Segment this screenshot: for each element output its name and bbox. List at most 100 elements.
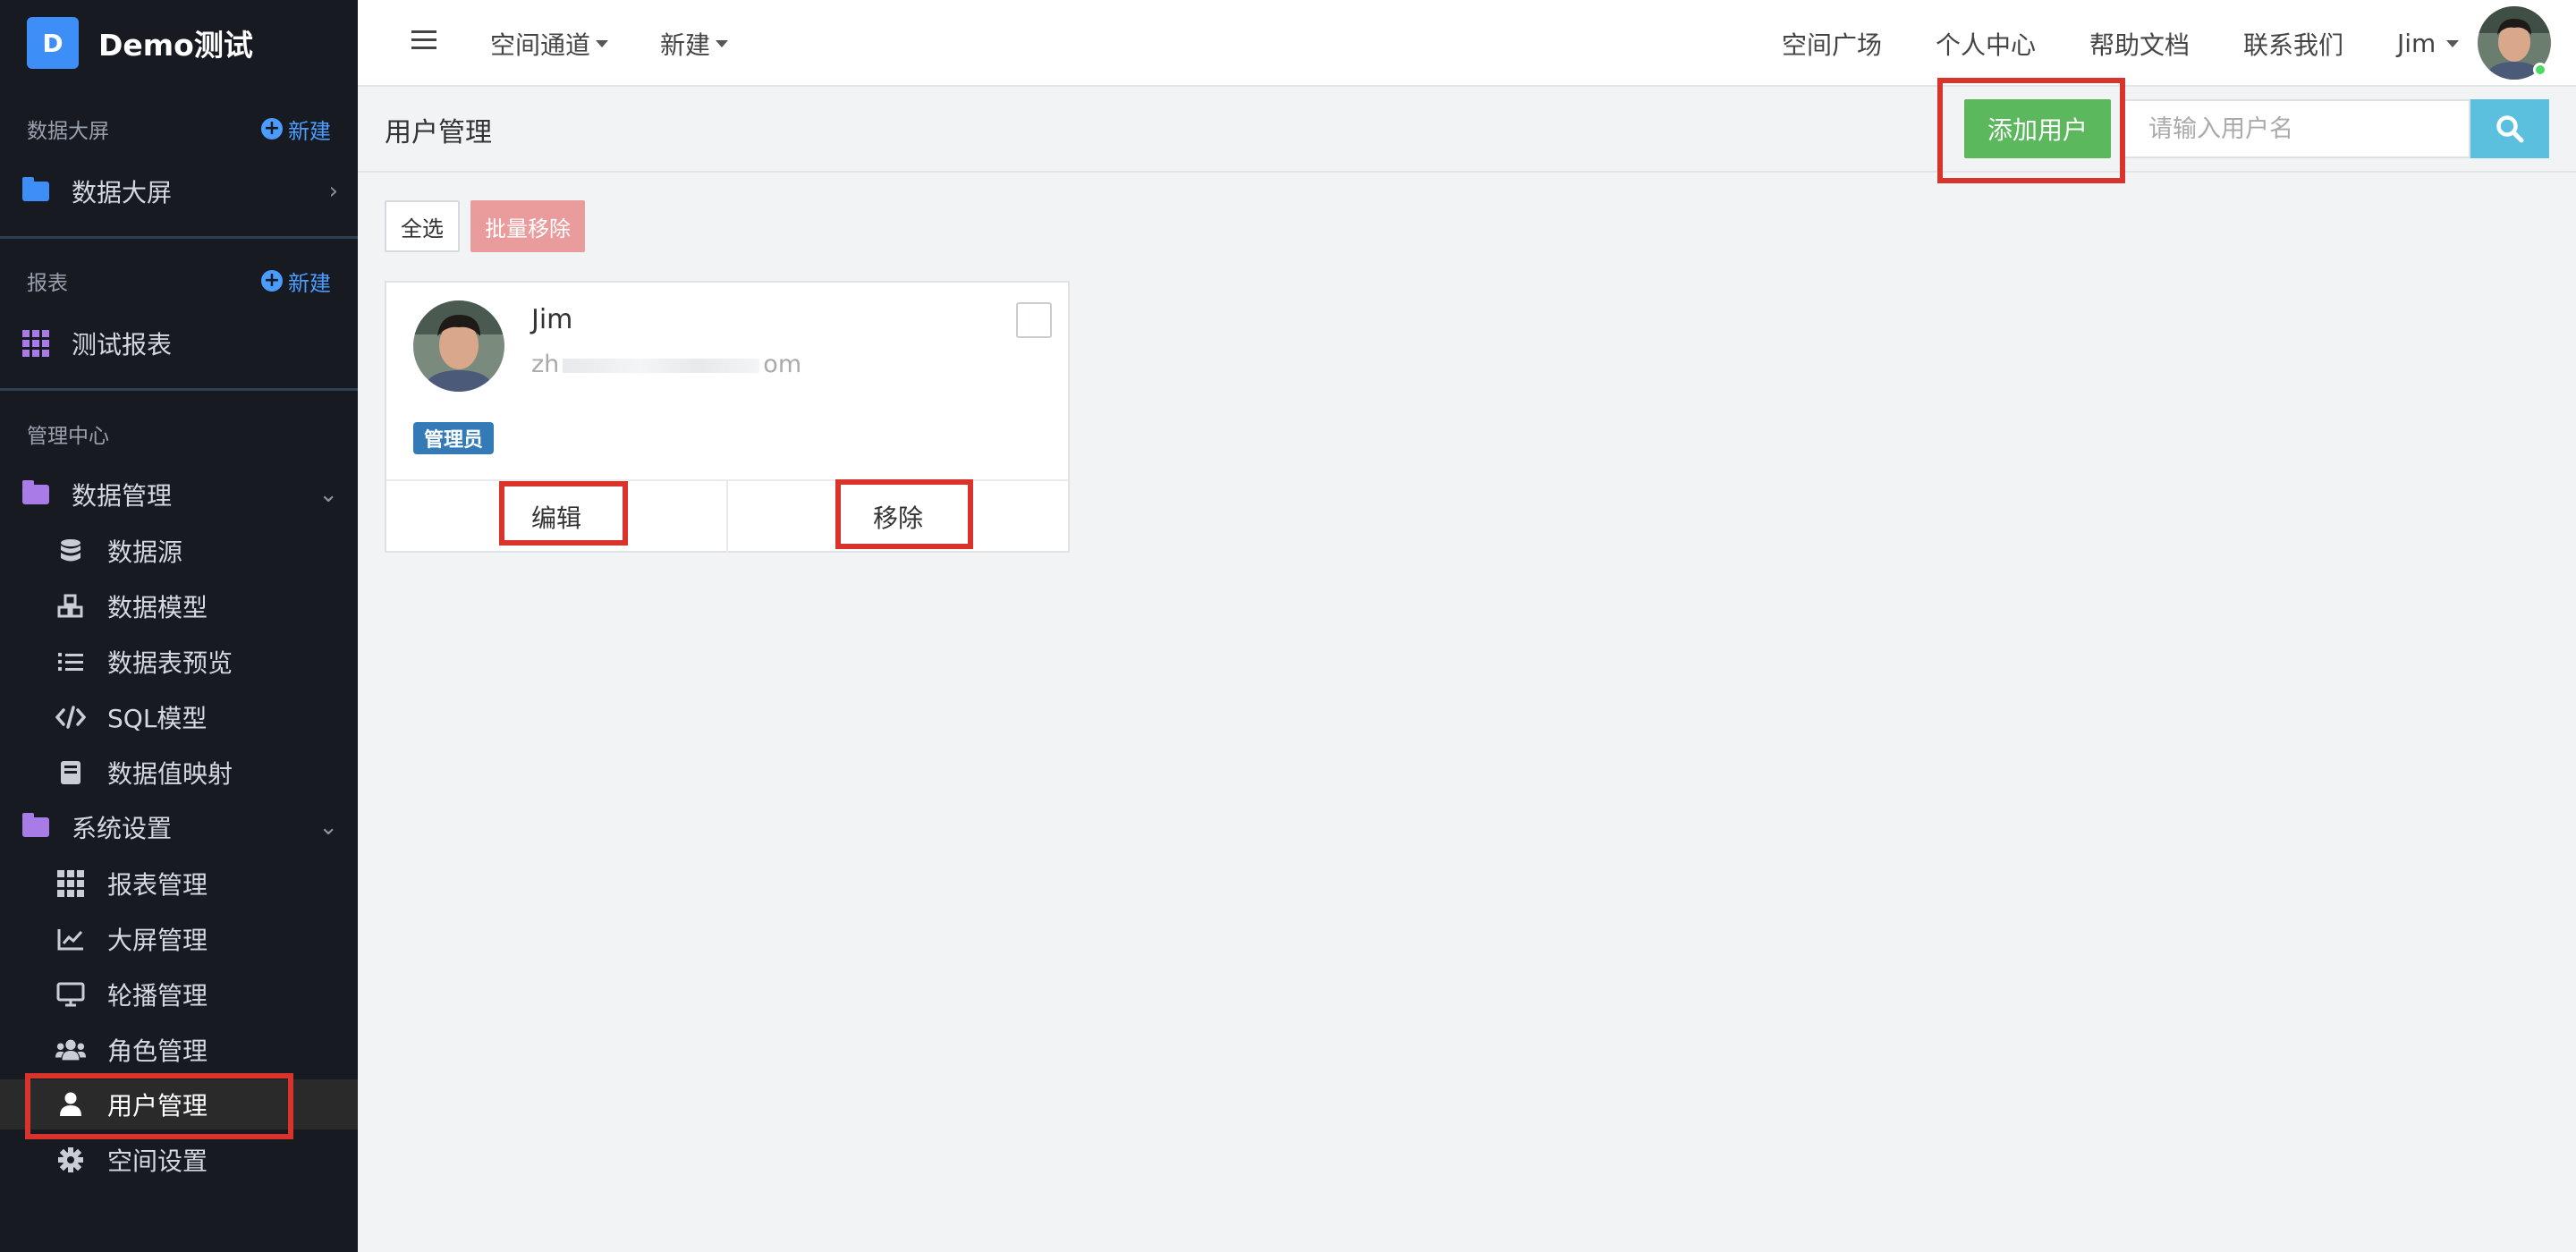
monitor-icon	[55, 979, 86, 1010]
sidebar-item-space-settings[interactable]: 空间设置	[55, 1135, 351, 1185]
chevron-down-icon: ⌄	[318, 481, 338, 508]
user-email: zh om	[531, 351, 801, 378]
cubes-icon	[55, 591, 86, 622]
chart-line-icon	[55, 924, 86, 954]
batch-remove-button[interactable]: 批量移除	[470, 200, 585, 252]
card-actions: 编辑 移除	[386, 479, 1068, 553]
sidebar-item-user-management[interactable]: 用户管理	[0, 1079, 358, 1129]
user-email-prefix: zh	[531, 351, 560, 378]
select-all-button[interactable]: 全选	[385, 200, 460, 252]
sidebar-item-screen-management[interactable]: 大屏管理	[55, 914, 351, 964]
nav-personal-center[interactable]: 个人中心	[1936, 0, 2036, 87]
gear-icon	[55, 1145, 86, 1175]
sidebar-item-label: 用户管理	[107, 1091, 208, 1121]
database-icon	[55, 536, 86, 566]
search-icon	[2496, 115, 2524, 143]
sidebar-item-test-report-label: 测试报表	[72, 330, 173, 360]
nav-help-docs[interactable]: 帮助文档	[2089, 0, 2190, 87]
new-dropdown-label: 新建	[660, 30, 711, 60]
brand-title: Demo测试	[98, 28, 253, 63]
section-report-title: 报表	[27, 272, 68, 295]
sidebar-item-label: 数据模型	[107, 593, 208, 622]
avatar	[413, 300, 504, 392]
section-admin: 管理中心	[27, 416, 331, 452]
user-icon	[55, 1089, 86, 1120]
sidebar-item-sql-model[interactable]: SQL模型	[55, 692, 351, 742]
new-dashboard-label: 新建	[288, 118, 331, 144]
new-report-label: 新建	[288, 270, 331, 296]
sidebar-item-carousel-management[interactable]: 轮播管理	[55, 969, 351, 1019]
sidebar: D Demo测试 数据大屏 + 新建 数据大屏 › 报表 + 新建 测试报表 管…	[0, 0, 358, 1252]
sidebar-group-data-management-label: 数据管理	[72, 481, 173, 511]
nav-contact-us[interactable]: 联系我们	[2243, 0, 2343, 87]
sidebar-item-test-report[interactable]: 测试报表	[20, 318, 338, 368]
book-icon	[55, 757, 86, 788]
folder-icon	[20, 480, 52, 508]
user-email-suffix: om	[763, 351, 802, 378]
menu-toggle-icon[interactable]	[411, 30, 436, 54]
space-channel-dropdown[interactable]: 空间通道	[490, 0, 609, 87]
plus-circle-icon: +	[261, 118, 283, 140]
grid-icon	[20, 330, 52, 357]
plus-circle-icon: +	[261, 270, 283, 292]
grid-icon	[55, 868, 86, 899]
caret-down-icon	[2446, 39, 2460, 47]
search-input[interactable]	[2123, 99, 2470, 158]
topbar: 空间通道 新建 空间广场 个人中心 帮助文档 联系我们 Jim	[358, 0, 2576, 87]
sidebar-item-label: 大屏管理	[107, 926, 208, 955]
sidebar-item-dashboard-label: 数据大屏	[72, 178, 173, 207]
sidebar-item-label: 角色管理	[107, 1036, 208, 1066]
email-redaction	[563, 358, 760, 373]
sidebar-item-label: 数据源	[107, 537, 183, 567]
add-user-button[interactable]: 添加用户	[1964, 99, 2111, 158]
sidebar-item-label: 数据值映射	[107, 759, 233, 789]
brand[interactable]: D Demo测试	[27, 16, 253, 70]
caret-down-icon	[596, 39, 609, 47]
section-dashboard: 数据大屏 + 新建	[27, 111, 331, 147]
sidebar-item-label: 空间设置	[107, 1146, 208, 1176]
folder-icon	[20, 813, 52, 841]
online-status-dot	[2533, 63, 2547, 77]
sidebar-item-role-management[interactable]: 角色管理	[55, 1025, 351, 1075]
sidebar-item-datasource[interactable]: 数据源	[55, 526, 351, 576]
sidebar-item-label: 轮播管理	[107, 981, 208, 1011]
sidebar-group-system-settings[interactable]: 系统设置 ⌄	[20, 802, 338, 852]
section-admin-title: 管理中心	[27, 425, 109, 448]
remove-user-button[interactable]: 移除	[726, 481, 1068, 553]
section-dashboard-title: 数据大屏	[27, 120, 109, 143]
brand-logo: D	[27, 17, 79, 69]
sidebar-group-data-management[interactable]: 数据管理 ⌄	[20, 470, 338, 520]
edit-user-button[interactable]: 编辑	[386, 481, 726, 553]
space-channel-label: 空间通道	[490, 30, 591, 60]
search-button[interactable]	[2470, 99, 2549, 158]
new-dropdown[interactable]: 新建	[660, 0, 729, 87]
sidebar-divider	[0, 236, 358, 239]
sidebar-group-system-settings-label: 系统设置	[72, 814, 173, 843]
user-menu-name: Jim	[2397, 29, 2436, 58]
sidebar-item-value-mapping[interactable]: 数据值映射	[55, 748, 351, 798]
code-icon	[55, 702, 86, 732]
chevron-right-icon: ›	[328, 178, 338, 205]
page-title: 用户管理	[385, 117, 492, 148]
sidebar-item-dashboard[interactable]: 数据大屏 ›	[20, 166, 338, 216]
sidebar-item-report-management[interactable]: 报表管理	[55, 859, 351, 909]
user-select-checkbox[interactable]	[1016, 302, 1052, 338]
nav-space-plaza[interactable]: 空间广场	[1782, 0, 1882, 87]
section-report: 报表 + 新建	[27, 263, 331, 299]
sidebar-divider	[0, 388, 358, 391]
page-header: 用户管理 添加用户	[358, 78, 2576, 183]
sidebar-item-label: 数据表预览	[107, 648, 233, 678]
new-dashboard-button[interactable]: + 新建	[261, 114, 331, 145]
sidebar-item-data-model[interactable]: 数据模型	[55, 581, 351, 631]
sidebar-item-label: SQL模型	[107, 704, 208, 733]
user-card: Jim zh om 管理员 编辑 移除	[385, 281, 1070, 553]
new-report-button[interactable]: + 新建	[261, 266, 331, 297]
list-icon	[55, 647, 86, 677]
sidebar-item-label: 报表管理	[107, 870, 208, 900]
chevron-down-icon: ⌄	[318, 814, 338, 841]
caret-down-icon	[716, 39, 729, 47]
role-badge: 管理员	[413, 422, 495, 454]
folder-icon	[20, 177, 52, 205]
user-menu[interactable]: Jim	[2397, 0, 2460, 87]
sidebar-item-table-preview[interactable]: 数据表预览	[55, 637, 351, 687]
